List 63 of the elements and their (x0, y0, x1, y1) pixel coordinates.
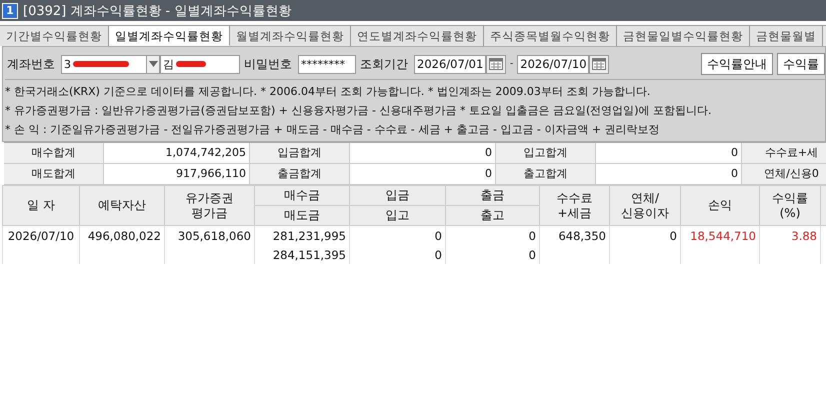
column-header: 출금 (446, 186, 540, 206)
table-cell: 0 (446, 226, 540, 245)
account-field[interactable]: 3 (61, 54, 147, 74)
caret-icon (148, 61, 158, 67)
field-label: 비밀번호 (244, 56, 292, 72)
dropdown-button[interactable] (146, 54, 160, 74)
column-header: 매도금 (254, 206, 350, 226)
password-field[interactable]: ******** (298, 54, 356, 74)
summary-label: 출금합계 (250, 164, 350, 184)
summary-label: 매도합계 (4, 164, 104, 184)
column-header: 매수금 (254, 186, 350, 206)
range-separator: - (510, 59, 514, 69)
calendar-icon (592, 58, 606, 70)
toolbar-button[interactable]: 수익률 (777, 53, 825, 75)
column-header: 연체/ 신용이자 (610, 186, 680, 226)
date-field[interactable]: 2026/07/01 (414, 54, 486, 74)
calendar-button[interactable] (486, 54, 506, 74)
window-number-badge: 1 (2, 2, 18, 18)
column-header: 예탁자산 (80, 186, 164, 226)
toolbar-button[interactable]: 수익률안내 (701, 53, 773, 75)
table-cell: 281,231,995 (254, 226, 350, 245)
tab[interactable]: 금현물월별 (750, 26, 823, 46)
column-header: 유가증권 평가금 (164, 186, 254, 226)
column-header: 입고 (350, 206, 446, 226)
table-cell: 496,080,022 (80, 226, 164, 245)
field-label: 조회기간 (360, 56, 408, 72)
column-header: 입금 (350, 186, 446, 206)
calendar-button[interactable] (589, 54, 610, 74)
tab[interactable]: 기간별수익률현황 (0, 26, 109, 46)
column-header: 손익 (680, 186, 760, 226)
table-cell: 0 (350, 226, 446, 245)
column-header: 일 자 (2, 186, 80, 226)
notice-text: * 한국거래소(KRX) 기준으로 데이터를 제공합니다. * 2006.04부터 조회 가능합니다. * 법인계좌는 2009.03부터 조회 가능합니다. (5, 84, 652, 100)
table-cell: 18,544,710 (680, 226, 760, 245)
summary-label: 입금합계 (250, 143, 350, 163)
notice-text: * 유가증권평가금 : 일반유가증권평가금(증권담보포함) + 신용융자평가금 - 신용대주평가금 * 토요일 입출금은 금요일(전영업일)에 포함됩니다. (5, 103, 713, 119)
column-header: 수수료 +세금 (540, 186, 610, 226)
summary-label: 연체/신용0 (742, 164, 826, 184)
field-label: 계좌번호 (7, 56, 55, 72)
calendar-icon (489, 58, 503, 70)
tab[interactable]: 금현물일별수익률현황 (617, 26, 750, 46)
table-cell: 3.88 (760, 226, 820, 245)
table-cell: 0 (350, 245, 446, 264)
notice-text: * 손 익 : 기준일유가증권평가금 - 전일유가증권평가금 + 매도금 - 매수금 - 수수료 - 세금 + 출고금 - 입고금 - 이자금액 + 권리락보정 (5, 122, 661, 138)
summary-label: 수수료+세 (742, 143, 826, 163)
summary-label: 매수합계 (4, 143, 104, 163)
summary-label: 입고합계 (496, 143, 596, 163)
column-header: 수익률 (%) (760, 186, 820, 226)
table-cell: 2026/07/10 (2, 226, 80, 245)
tab[interactable]: 일별계좌수익률현황 (109, 26, 230, 46)
window-title: [0392] 계좌수익률현황 - 일별계좌수익률현황 (23, 2, 292, 20)
name-field: 김 (160, 54, 240, 74)
table-cell: 0 (610, 226, 680, 245)
table-cell: 305,618,060 (164, 226, 254, 245)
summary-label: 출고합계 (496, 164, 596, 184)
column-header: 출고 (446, 206, 540, 226)
date-field[interactable]: 2026/07/10 (517, 54, 590, 74)
tab[interactable]: 주식종목별월수익현황 (484, 26, 617, 46)
table-cell: 0 (446, 245, 540, 264)
tab[interactable]: 연도별계좌수익률현황 (351, 26, 484, 46)
tab[interactable]: 월별계좌수익률현황 (230, 26, 351, 46)
table-cell: 648,350 (540, 226, 610, 245)
table-cell: 284,151,395 (254, 245, 350, 264)
